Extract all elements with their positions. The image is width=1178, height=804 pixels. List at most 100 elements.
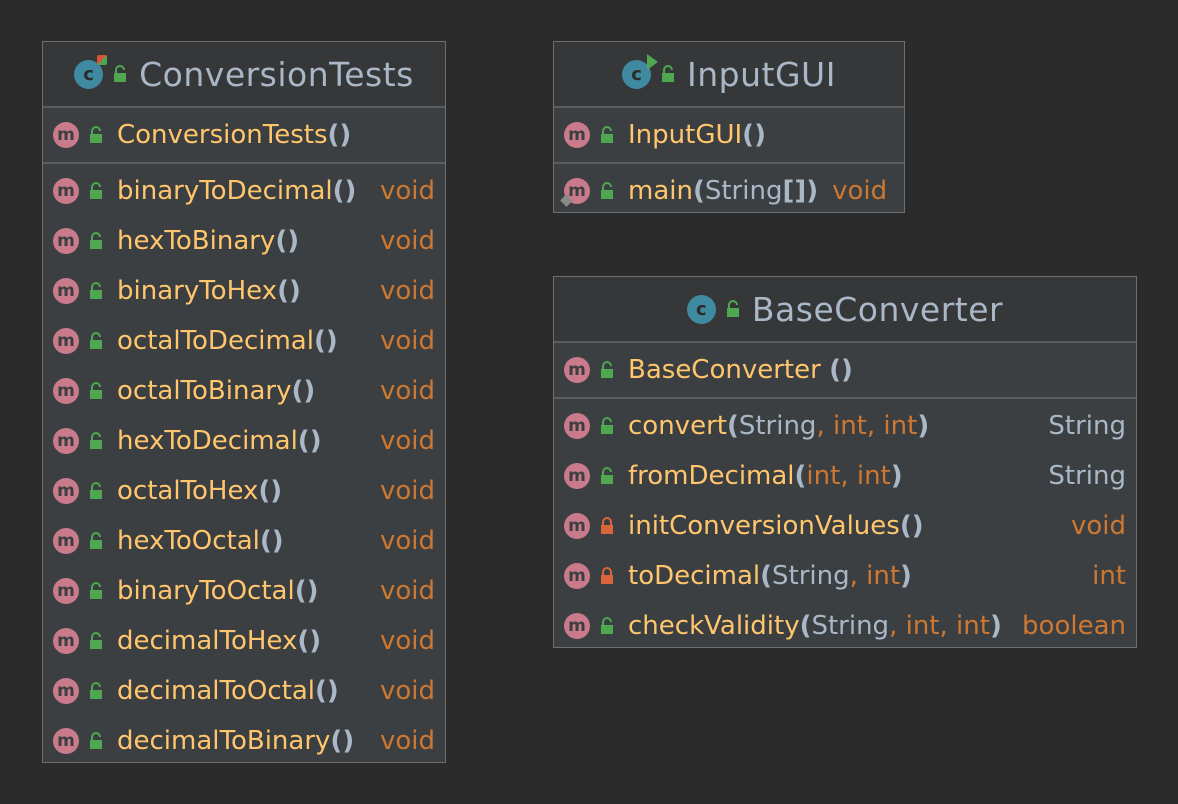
constructor-row[interactable]: m InputGUI() <box>554 110 904 160</box>
public-lock-icon <box>661 65 675 83</box>
constructor-name: BaseConverter () <box>628 355 853 385</box>
method-row[interactable]: m hexToOctal() void <box>43 516 445 566</box>
public-lock-icon <box>726 300 740 318</box>
class-box-input-gui[interactable]: c InputGUI m InputGUI() m main(String[])… <box>553 41 905 213</box>
public-lock-icon <box>89 532 103 550</box>
method-icon: m <box>53 378 79 404</box>
public-lock-icon <box>113 65 127 83</box>
method-icon: m <box>53 478 79 504</box>
public-lock-icon <box>600 617 614 635</box>
return-type: boolean <box>1022 611 1126 641</box>
public-lock-icon <box>89 282 103 300</box>
method-name: hexToBinary() <box>117 226 300 256</box>
method-name: decimalToBinary() <box>117 726 355 756</box>
class-title: BaseConverter <box>751 289 1004 329</box>
methods-section: m binaryToDecimal() void m hexToBinary()… <box>43 164 445 768</box>
public-lock-icon <box>89 632 103 650</box>
method-icon: m <box>53 628 79 654</box>
method-row[interactable]: m binaryToHex() void <box>43 266 445 316</box>
return-type: void <box>379 576 435 606</box>
method-row[interactable]: m octalToHex() void <box>43 466 445 516</box>
method-icon: m <box>53 122 79 148</box>
method-row[interactable]: m fromDecimal(int, int) String <box>554 451 1136 501</box>
method-icon: m <box>53 528 79 554</box>
public-lock-icon <box>600 182 614 200</box>
method-row[interactable]: m binaryToOctal() void <box>43 566 445 616</box>
public-lock-icon <box>89 382 103 400</box>
public-lock-icon <box>89 182 103 200</box>
methods-section: m main(String[]) void <box>554 164 904 218</box>
method-icon: m <box>564 357 590 383</box>
method-icon: m <box>564 413 590 439</box>
method-icon: m <box>564 513 590 539</box>
public-lock-icon <box>600 467 614 485</box>
constructor-row[interactable]: m BaseConverter () <box>554 345 1136 395</box>
method-row[interactable]: m toDecimal(String, int) int <box>554 551 1136 601</box>
return-type: void <box>379 226 435 256</box>
constructor-section: m BaseConverter () <box>554 343 1136 399</box>
method-row[interactable]: m decimalToHex() void <box>43 616 445 666</box>
method-row[interactable]: m hexToDecimal() void <box>43 416 445 466</box>
method-icon: m <box>53 228 79 254</box>
public-lock-icon <box>89 126 103 144</box>
method-name: checkValidity(String, int, int) <box>628 611 1002 641</box>
method-row[interactable]: m main(String[]) void <box>554 166 904 216</box>
public-lock-icon <box>600 417 614 435</box>
public-lock-icon <box>89 732 103 750</box>
return-type: void <box>379 176 435 206</box>
method-name: toDecimal(String, int) <box>628 561 912 591</box>
method-name: binaryToOctal() <box>117 576 319 606</box>
method-icon: m <box>53 178 79 204</box>
private-lock-icon <box>600 567 614 585</box>
constructor-section: m InputGUI() <box>554 108 904 164</box>
public-lock-icon <box>89 582 103 600</box>
method-row[interactable]: m convert(String, int, int) String <box>554 401 1136 451</box>
constructor-section: m ConversionTests() <box>43 108 445 164</box>
method-row[interactable]: m decimalToBinary() void <box>43 716 445 766</box>
method-icon: m <box>53 428 79 454</box>
return-type: void <box>379 726 435 756</box>
return-type: void <box>379 276 435 306</box>
return-type: void <box>379 626 435 656</box>
method-name: octalToDecimal() <box>117 326 338 356</box>
public-lock-icon <box>89 432 103 450</box>
return-type: String <box>1048 411 1126 441</box>
method-icon: m <box>53 278 79 304</box>
method-row[interactable]: m octalToDecimal() void <box>43 316 445 366</box>
class-box-base-converter[interactable]: c BaseConverter m BaseConverter () m con… <box>553 276 1137 648</box>
method-row[interactable]: m decimalToOctal() void <box>43 666 445 716</box>
public-lock-icon <box>89 332 103 350</box>
return-type: void <box>379 476 435 506</box>
public-lock-icon <box>89 232 103 250</box>
class-box-conversion-tests[interactable]: c ConversionTests m ConversionTests() m … <box>42 41 446 763</box>
method-name: hexToDecimal() <box>117 426 322 456</box>
public-lock-icon <box>89 682 103 700</box>
return-type: void <box>832 176 888 206</box>
constructor-row[interactable]: m ConversionTests() <box>43 110 445 160</box>
method-name: convert(String, int, int) <box>628 411 930 441</box>
method-name: hexToOctal() <box>117 526 284 556</box>
return-type: void <box>379 526 435 556</box>
private-lock-icon <box>600 517 614 535</box>
class-title: ConversionTests <box>139 54 414 94</box>
public-lock-icon <box>600 361 614 379</box>
test-class-icon: c <box>74 54 108 89</box>
method-icon: m <box>53 328 79 354</box>
method-row[interactable]: m initConversionValues() void <box>554 501 1136 551</box>
method-row[interactable]: m checkValidity(String, int, int) boolea… <box>554 601 1136 651</box>
method-name: decimalToHex() <box>117 626 322 656</box>
return-type: void <box>379 376 435 406</box>
return-type: void <box>1070 511 1126 541</box>
method-row[interactable]: m binaryToDecimal() void <box>43 166 445 216</box>
return-type: int <box>1092 561 1126 591</box>
method-icon: m <box>53 728 79 754</box>
runnable-class-icon: c <box>622 53 659 89</box>
method-name: octalToHex() <box>117 476 283 506</box>
method-icon: m <box>53 578 79 604</box>
return-type: void <box>379 326 435 356</box>
public-lock-icon <box>89 482 103 500</box>
method-row[interactable]: m hexToBinary() void <box>43 216 445 266</box>
method-name: octalToBinary() <box>117 376 316 406</box>
return-type: void <box>379 676 435 706</box>
method-row[interactable]: m octalToBinary() void <box>43 366 445 416</box>
